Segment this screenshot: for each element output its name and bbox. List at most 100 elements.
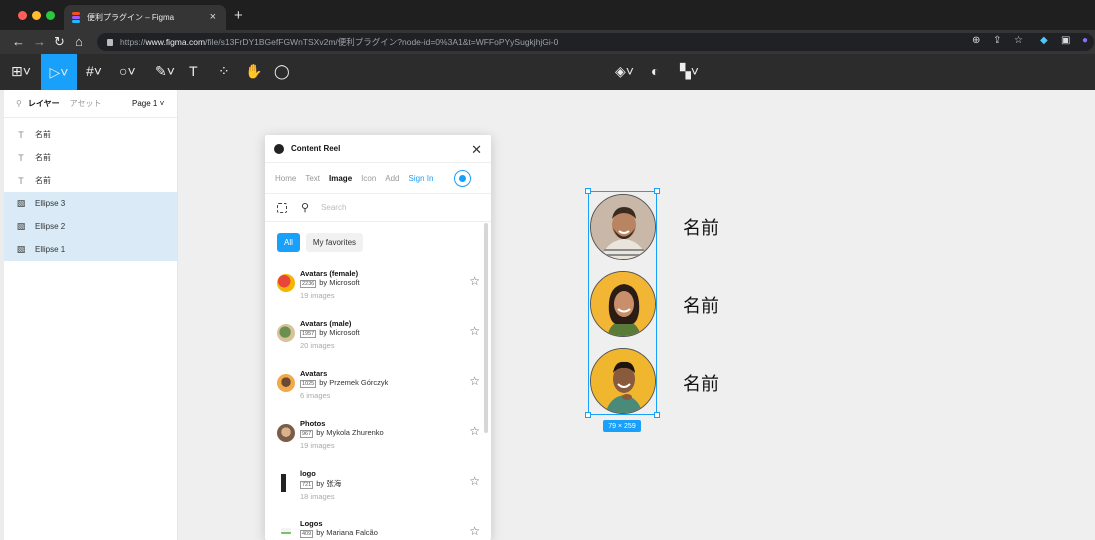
components-icon[interactable]: ◈˅ bbox=[615, 63, 634, 80]
tab-image[interactable]: Image bbox=[329, 174, 352, 183]
favorite-star-icon[interactable]: ☆ bbox=[469, 424, 480, 438]
extension-icon[interactable]: ◆ bbox=[1040, 35, 1048, 46]
layer-label: 名前 bbox=[35, 130, 51, 139]
plugin-header: Content Reel ✕ bbox=[265, 135, 491, 163]
bookmark-star-icon[interactable]: ☆ bbox=[1014, 35, 1023, 46]
resize-handle[interactable] bbox=[654, 188, 660, 194]
layer-label: Ellipse 1 bbox=[35, 245, 66, 254]
maximize-window-button[interactable] bbox=[46, 11, 55, 20]
favorite-star-icon[interactable]: ☆ bbox=[469, 474, 480, 488]
layer-row[interactable]: T 名前 bbox=[4, 169, 177, 192]
url-input[interactable]: https://www.figma.com/file/s13FrDY1BGefF… bbox=[97, 33, 1094, 51]
user-avatar-icon[interactable] bbox=[454, 170, 471, 187]
layer-row[interactable]: T 名前 bbox=[4, 146, 177, 169]
move-tool-button[interactable]: ▷˅ bbox=[41, 54, 77, 90]
filter-chips: All My favorites bbox=[265, 222, 491, 262]
url-path: /file/s13FrDY1BGefFGWnTSXv2m/便利プラグイン?nod… bbox=[205, 37, 559, 47]
filter-all-button[interactable]: All bbox=[277, 232, 300, 252]
minimize-window-button[interactable] bbox=[32, 11, 41, 20]
boolean-icon[interactable]: ▚˅ bbox=[680, 63, 699, 80]
favorite-star-icon[interactable]: ☆ bbox=[469, 374, 480, 388]
collection-count: 721 bbox=[300, 481, 314, 489]
plugin-scrollbar[interactable] bbox=[484, 223, 488, 433]
collection-count: 409 bbox=[300, 530, 314, 538]
collection-author: by Przemek Górczyk bbox=[319, 378, 389, 387]
layer-label: Ellipse 2 bbox=[35, 222, 66, 231]
collection-author: by 张海 bbox=[316, 479, 342, 488]
tab-home[interactable]: Home bbox=[275, 174, 296, 183]
browser-tab[interactable]: 便利プラグイン – Figma × bbox=[64, 5, 226, 30]
list-item[interactable]: Avatars (female) 2236 by Microsoft 19 ima… bbox=[265, 262, 491, 312]
favorite-star-icon[interactable]: ☆ bbox=[469, 324, 480, 338]
hand-icon[interactable]: ✋ bbox=[245, 63, 262, 80]
search-layers-icon[interactable]: ⚲ bbox=[16, 99, 22, 108]
selection-size-label: 79 × 259 bbox=[603, 420, 641, 432]
name-text[interactable]: 名前 bbox=[683, 214, 719, 240]
list-item[interactable]: Logos 409 by Mariana Falcão ☆ bbox=[265, 512, 491, 540]
collection-author: by Mykola Zhurenko bbox=[316, 428, 384, 437]
pen-icon[interactable]: ✎˅ bbox=[155, 63, 175, 80]
share-icon[interactable]: ⇪ bbox=[993, 35, 1001, 46]
scan-icon[interactable] bbox=[277, 202, 287, 213]
tab-text[interactable]: Text bbox=[305, 174, 320, 183]
url-host: www.figma.com bbox=[145, 37, 206, 47]
frame-icon[interactable]: #˅ bbox=[86, 63, 102, 79]
selected-avatar-group[interactable] bbox=[585, 188, 660, 418]
favorite-star-icon[interactable]: ☆ bbox=[469, 274, 480, 288]
list-item[interactable]: logo 721 by 张海 18 images ☆ bbox=[265, 462, 491, 512]
layer-row[interactable]: ▧ Ellipse 1 bbox=[4, 238, 177, 261]
collection-name: Photos bbox=[300, 419, 326, 428]
plugin-search-bar: ⚲ Search bbox=[265, 194, 491, 222]
tab-add[interactable]: Add bbox=[385, 174, 399, 183]
name-text[interactable]: 名前 bbox=[683, 292, 719, 318]
avatar-ellipse-3[interactable] bbox=[590, 348, 656, 414]
list-item[interactable]: Photos 967 by Mykola Zhurenko 19 images ☆ bbox=[265, 412, 491, 462]
browser-tab-bar: 便利プラグイン – Figma × + bbox=[0, 0, 1095, 30]
zoom-icon[interactable]: ⊕ bbox=[972, 35, 980, 46]
layer-row[interactable]: ▧ Ellipse 3 bbox=[4, 192, 177, 215]
resources-icon[interactable]: ⁘ bbox=[218, 63, 230, 80]
figma-menu-icon[interactable]: ⊞˅ bbox=[11, 63, 31, 80]
layer-row[interactable]: T 名前 bbox=[4, 123, 177, 146]
collection-thumbnail bbox=[281, 528, 291, 534]
tab-layers[interactable]: レイヤー bbox=[28, 98, 60, 109]
collection-thumbnail bbox=[281, 474, 291, 492]
avatar-ellipse-1[interactable] bbox=[590, 194, 656, 260]
avatar-ellipse-2[interactable] bbox=[590, 271, 656, 337]
sign-in-link[interactable]: Sign In bbox=[409, 174, 434, 183]
extensions-puzzle-icon[interactable]: ▣ bbox=[1061, 35, 1070, 46]
filter-favorites-button[interactable]: My favorites bbox=[305, 232, 364, 252]
collection-count: 1957 bbox=[300, 330, 317, 338]
name-text[interactable]: 名前 bbox=[683, 370, 719, 396]
collection-name: logo bbox=[300, 469, 316, 478]
mask-icon[interactable]: ◐ bbox=[651, 63, 659, 79]
reload-icon[interactable]: ↻ bbox=[54, 34, 65, 50]
forward-arrow-icon[interactable]: → bbox=[33, 34, 46, 49]
address-toolbar: ← → ↻ ⌂ https://www.figma.com/file/s13Fr… bbox=[0, 30, 1095, 54]
comment-icon[interactable]: ◯ bbox=[274, 63, 290, 80]
list-item[interactable]: Avatars (male) 1957 by Microsoft 20 image… bbox=[265, 312, 491, 362]
close-tab-icon[interactable]: × bbox=[210, 11, 216, 23]
profile-icon[interactable]: ● bbox=[1082, 35, 1088, 46]
home-icon[interactable]: ⌂ bbox=[75, 34, 83, 49]
tab-assets[interactable]: アセット bbox=[70, 98, 102, 109]
layer-row[interactable]: ▧ Ellipse 2 bbox=[4, 215, 177, 238]
resize-handle[interactable] bbox=[585, 412, 591, 418]
ellipse-icon[interactable]: ○˅ bbox=[119, 63, 136, 79]
search-input[interactable]: Search bbox=[321, 203, 346, 212]
favorite-star-icon[interactable]: ☆ bbox=[469, 524, 480, 538]
female-avatar-photo bbox=[591, 272, 655, 336]
page-selector[interactable]: Page 1 ˅ bbox=[132, 99, 164, 108]
male-avatar-photo-2 bbox=[591, 349, 655, 413]
list-item[interactable]: Avatars 1025 by Przemek Górczyk 6 images … bbox=[265, 362, 491, 412]
text-tool-button[interactable]: T bbox=[189, 63, 198, 79]
close-icon[interactable]: ✕ bbox=[471, 142, 482, 158]
new-tab-button[interactable]: + bbox=[234, 7, 243, 24]
collection-name: Avatars (female) bbox=[300, 269, 359, 278]
collection-images: 19 images bbox=[300, 291, 335, 300]
close-window-button[interactable] bbox=[18, 11, 27, 20]
resize-handle[interactable] bbox=[654, 412, 660, 418]
tab-icon[interactable]: Icon bbox=[361, 174, 376, 183]
resize-handle[interactable] bbox=[585, 188, 591, 194]
back-arrow-icon[interactable]: ← bbox=[12, 34, 25, 49]
